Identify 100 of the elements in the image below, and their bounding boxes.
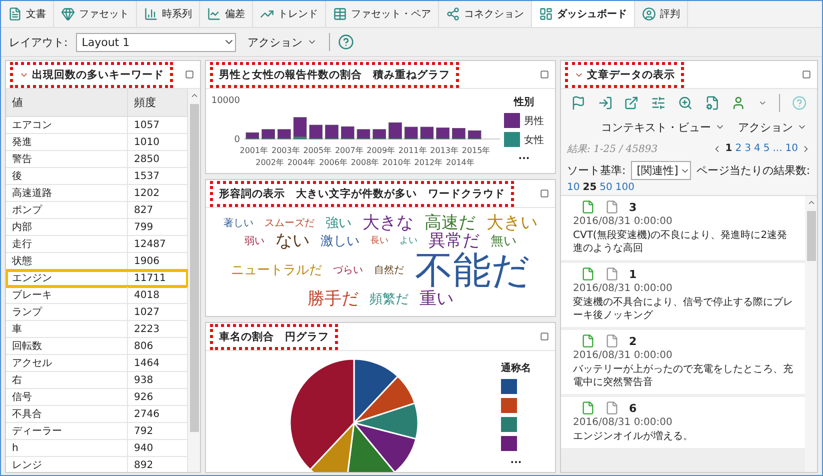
line-chart-icon <box>207 7 221 21</box>
action-menu[interactable]: アクション <box>244 34 321 50</box>
sort-select[interactable]: [関連性] <box>630 161 692 180</box>
table-cell: 回転数 <box>6 338 128 355</box>
person-icon[interactable] <box>731 94 746 110</box>
table-cell: 後 <box>6 168 128 185</box>
page-link[interactable]: 1 <box>725 143 732 154</box>
result-card[interactable]: 1 2016/08/31 0:00:00 変速機の不具合により、信号で停止する際にブレーキ後ノッキング <box>561 263 805 327</box>
axis-label: 2005年 <box>303 146 332 155</box>
sliders-icon[interactable] <box>651 94 666 110</box>
result-card[interactable]: 3 2016/08/31 0:00:00 CVT(無段変速機)の不良により、発進時に2速発進のような高回 <box>561 196 805 260</box>
flag-icon[interactable] <box>571 94 586 110</box>
cloud-word: ない <box>276 233 310 251</box>
page-link[interactable]: 10 <box>785 143 798 154</box>
legend-label: 女性 <box>524 134 544 146</box>
panel-title: 形容詞の表示 大きい文字が件数が多い ワードクラウド <box>210 180 514 206</box>
axis-label: 2014年 <box>446 158 474 167</box>
cloud-word: 弱い <box>244 236 264 248</box>
document-icon <box>8 7 22 21</box>
result-text: エンジンオイルが増える。 <box>573 430 694 443</box>
page-size-link[interactable]: 10 <box>567 182 580 193</box>
maximize-icon[interactable] <box>802 70 811 79</box>
table-cell: h <box>6 440 128 457</box>
layout-label: レイアウト: <box>9 34 68 50</box>
document-gear-icon[interactable] <box>704 94 720 110</box>
result-date: 2016/08/31 0:00:00 <box>573 350 674 361</box>
axis-label: 2010年 <box>382 158 411 167</box>
table-cell: 発進 <box>6 134 128 151</box>
axis-label: 2001年 <box>240 146 268 155</box>
axis-label: 2004年 <box>287 158 316 167</box>
page-link[interactable]: 4 <box>754 143 760 154</box>
document-icon <box>581 200 595 214</box>
document-icon <box>581 267 595 281</box>
cloud-word: 高速だ <box>424 215 476 234</box>
result-card[interactable]: 6 2016/08/31 0:00:00 エンジンオイルが増える。 <box>561 397 805 448</box>
results-count: 結果: 1-25 / 45893 <box>567 142 658 156</box>
page-link[interactable]: 5 <box>763 143 770 154</box>
table-cell: エアコン <box>6 117 128 134</box>
scroll-up-icon[interactable] <box>806 198 816 207</box>
cloud-word: 大きな <box>362 215 414 234</box>
axis-label: 2012年 <box>414 158 443 167</box>
person-icon <box>642 7 656 21</box>
panel-title: 男性と女性の報告件数の割合 積み重ねグラフ <box>210 62 459 88</box>
legend-label: 男性 <box>524 114 544 128</box>
scrollbar[interactable] <box>805 196 817 472</box>
result-card[interactable]: 2 2016/08/31 0:00:00 バッテリーが上がったので充電をしたところ、充電中に突然警告音 <box>561 330 805 394</box>
axis-label: 2008年 <box>350 158 380 167</box>
document-icon <box>605 267 619 281</box>
help-icon[interactable] <box>338 34 354 50</box>
result-number: 2 <box>629 334 637 348</box>
maximize-icon[interactable] <box>540 70 549 79</box>
dashboard-icon <box>539 7 553 21</box>
zoom-in-icon[interactable] <box>678 94 693 110</box>
scroll-thumb[interactable] <box>806 211 816 261</box>
maximize-icon[interactable] <box>185 70 194 79</box>
table-cell: 不具合 <box>6 406 128 423</box>
result-date: 2016/08/31 0:00:00 <box>573 283 674 294</box>
axis-label: 2015年 <box>462 146 490 155</box>
layout-select[interactable]: Layout 1 <box>76 32 236 52</box>
table-cell: 信号 <box>6 389 128 406</box>
cloud-word: づらい <box>333 266 363 276</box>
table-cell: 警告 <box>6 151 128 168</box>
legend-more: ... <box>510 455 522 466</box>
result-number: 6 <box>629 402 637 414</box>
document-icon <box>605 401 619 415</box>
page-link[interactable]: 2 <box>735 143 742 154</box>
page-link[interactable]: 3 <box>744 143 751 154</box>
panel-title: 車名の割合 円グラフ <box>210 324 338 350</box>
column-header[interactable]: 値 <box>6 89 128 117</box>
sort-label: ソート基準: <box>567 163 626 178</box>
cloud-word: 重い <box>420 290 454 309</box>
scroll-thumb[interactable] <box>190 104 198 432</box>
import-icon[interactable] <box>598 94 612 110</box>
maximize-icon[interactable] <box>540 189 549 198</box>
page-size-link[interactable]: 100 <box>615 182 634 193</box>
table-cell: ポンプ <box>6 202 128 219</box>
scroll-up-icon[interactable] <box>190 91 198 100</box>
maximize-icon[interactable] <box>540 332 549 341</box>
page-link[interactable]: ... <box>772 143 782 154</box>
cloud-word: 勝手だ <box>308 290 358 309</box>
network-icon <box>446 7 460 21</box>
axis-label: 2013年 <box>430 146 459 155</box>
axis-label: 2011年 <box>398 146 427 155</box>
page-size-link[interactable]: 50 <box>600 182 612 193</box>
legend-more: ... <box>518 151 530 162</box>
cloud-word: 不能だ <box>415 250 530 291</box>
column-header[interactable]: 頻度 <box>128 89 188 117</box>
bar-chart-icon <box>144 7 158 21</box>
cloud-word: 長い <box>370 237 388 247</box>
tab[interactable]: ダッシュボード <box>532 1 635 27</box>
context-view-menu[interactable]: コンテキスト・ビュー <box>597 120 729 134</box>
cloud-word: ニュートラルだ <box>231 264 322 278</box>
external-icon[interactable] <box>624 94 640 110</box>
page-size-link[interactable]: 25 <box>582 182 597 193</box>
result-text: CVT(無段変速機)の不良により、発進時に2速発進のような高回 <box>573 229 788 255</box>
action-menu[interactable]: アクション <box>734 120 811 134</box>
scrollbar[interactable] <box>188 89 200 472</box>
result-number: 3 <box>629 200 637 214</box>
cloud-word: 強い <box>326 217 352 232</box>
cloud-word: 異常だ <box>428 233 480 251</box>
